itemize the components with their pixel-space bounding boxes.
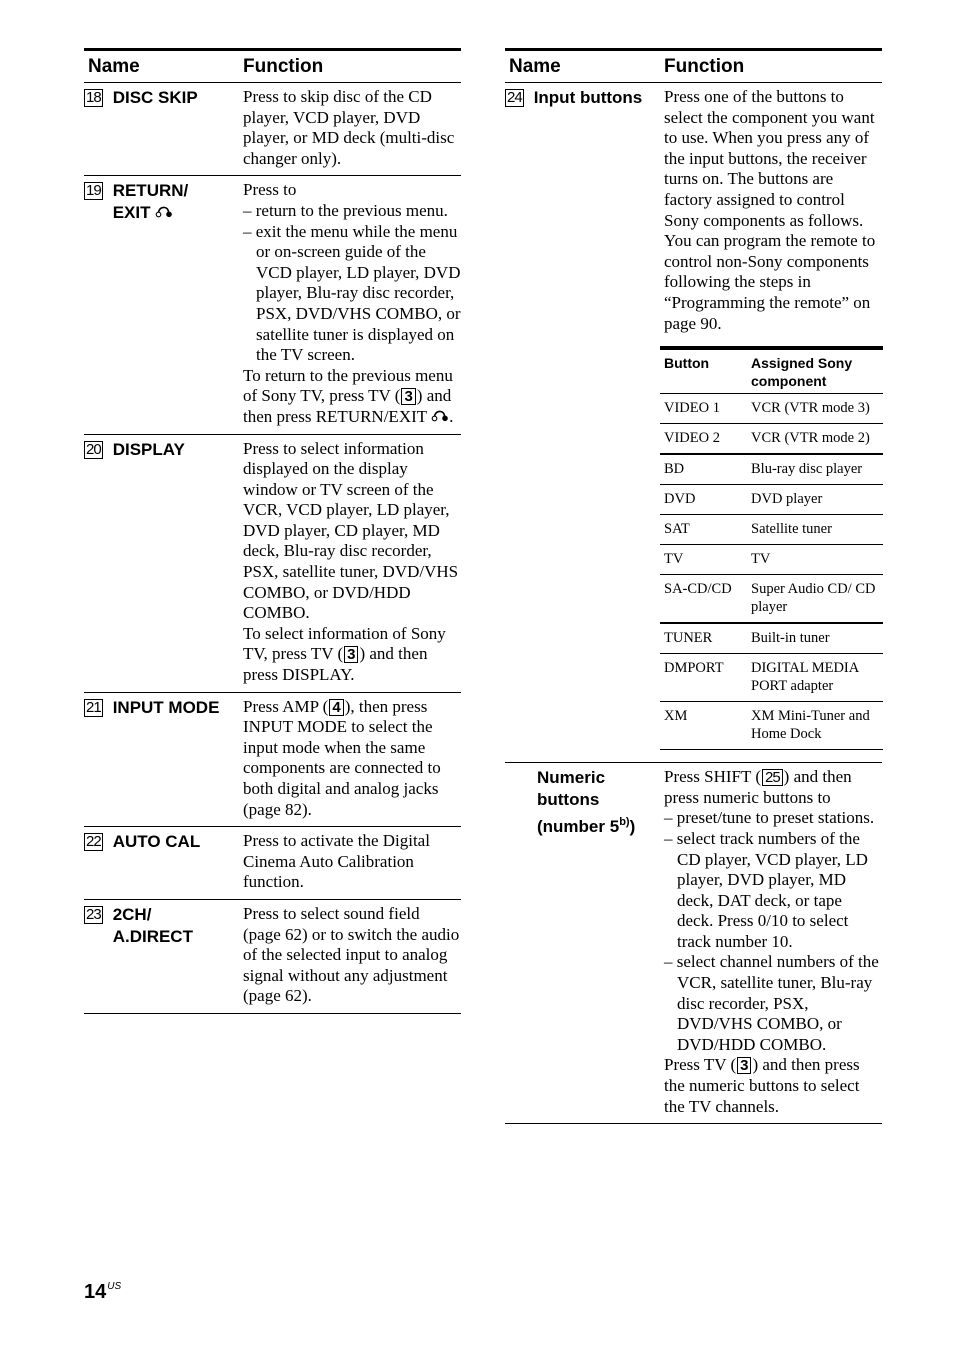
key-ref-4: 4: [329, 698, 344, 716]
item-name-line1: RETURN/: [112, 181, 189, 201]
sub-table-row: SA-CD/CD Super Audio CD/ CD player: [660, 575, 883, 625]
table-row-2ch-a-direct: 23 2CH/A.DIRECT Press to select sound fie…: [84, 900, 461, 1014]
footnote-ref: b): [619, 816, 630, 829]
sub-header-button: Button: [664, 355, 710, 372]
sub-table-row: DVD DVD player: [660, 485, 883, 516]
key-ref-25: 25: [761, 769, 783, 787]
sub-table-row: VIDEO 1 VCR (VTR mode 3): [660, 394, 883, 425]
sub-header-component: Assigned Sony component: [751, 355, 853, 390]
sub-table-header: Button Assigned Sony component: [660, 350, 883, 395]
sub-table-row: SAT Satellite tuner: [660, 515, 883, 546]
right-table: Name Function 24 Input buttons Press one …: [505, 48, 883, 1125]
item-function-intro: Press to: [243, 180, 297, 200]
table-header: Name Function: [84, 48, 461, 83]
item-function-note: Press TV (3) and then press the numeric …: [664, 1055, 860, 1116]
header-name: Name: [509, 56, 561, 77]
item-number: 20: [84, 440, 103, 459]
item-name: Input buttons: [533, 88, 643, 107]
sub-table-row: XM XM Mini-Tuner and Home Dock: [660, 702, 883, 751]
item-number: 18: [84, 89, 103, 107]
item-function: Press to select sound field (page 62) or…: [243, 903, 460, 1006]
item-name: INPUT MODE: [112, 697, 220, 717]
item-bullet: – preset/tune to preset stations.: [664, 808, 875, 828]
item-number: 21: [84, 698, 103, 717]
item-name: DISPLAY: [112, 439, 185, 459]
item-function-intro: Press SHIFT (25) and then press numeric …: [664, 767, 852, 807]
item-number: 19: [84, 182, 103, 201]
table-row-auto-cal: 22 AUTO CAL Press to activate the Digital…: [84, 827, 461, 900]
item-function-note: To select information of Sony TV, press …: [243, 623, 446, 685]
item-number: 23: [84, 905, 103, 924]
item-function-note: To return to the previous menu of Sony T…: [243, 365, 454, 426]
header-function: Function: [664, 56, 745, 77]
item-name: AUTO CAL: [112, 832, 201, 852]
left-table: Name Function 18 DISC SKIP Press to skip …: [84, 48, 461, 1014]
item-bullet: – return to the previous menu.: [243, 200, 448, 220]
item-function: Press to select information displayed on…: [243, 438, 459, 623]
item-name-line2: A.DIRECT: [112, 926, 193, 946]
item-name-line2: EXIT: [112, 203, 151, 223]
assigned-components-table: Button Assigned Sony component VIDEO 1 VC…: [660, 346, 883, 762]
item-name: DISC SKIP: [112, 88, 198, 107]
return-exit-icon: [155, 207, 173, 218]
sub-table-row: DMPORT DIGITAL MEDIA PORT adapter: [660, 654, 883, 703]
table-row-numeric-buttons: Numeric buttons (number 5b)) Press SHIFT (…: [533, 763, 882, 1125]
sub-table-row: VIDEO 2 VCR (VTR mode 2): [660, 424, 883, 456]
sub-table-row: TUNER Built-in tuner: [660, 624, 883, 655]
item-bullet: – exit the menu while the menu or on-scr…: [243, 221, 461, 365]
return-exit-icon: [431, 410, 448, 422]
table-row-input-mode: 21 INPUT MODE Press AMP (4), then press I…: [84, 693, 461, 828]
item-bullet: – select track numbers of the CD player,…: [664, 828, 868, 951]
item-number: 22: [84, 833, 103, 852]
table-row-return-exit: 19 RETURN/EXIT Press to – return to the p…: [84, 176, 461, 435]
table-row-disc-skip: 18 DISC SKIP Press to skip disc of the CD…: [84, 83, 461, 177]
item-bullet: – select channel numbers of the VCR, sat…: [664, 952, 879, 1054]
item-function: Press to skip disc of the CD player, VCD…: [243, 87, 455, 168]
table-row-input-buttons: 24 Input buttons Press one of the buttons…: [505, 83, 883, 764]
key-ref-3: 3: [737, 1057, 752, 1075]
table-bottom-rule: [505, 1123, 882, 1125]
key-ref-3: 3: [344, 646, 359, 664]
page-number: 14US: [84, 1281, 122, 1303]
table-row-display: 20 DISPLAY Press to select information di…: [84, 435, 461, 693]
sub-table-row: TV TV: [660, 545, 883, 576]
item-function: Press AMP (4), then press INPUT MODE to …: [243, 696, 441, 819]
header-function: Function: [243, 56, 324, 77]
key-ref-3: 3: [401, 388, 416, 406]
item-function: Press one of the buttons to select the c…: [664, 87, 876, 333]
header-name: Name: [88, 56, 140, 77]
table-header: Name Function: [505, 48, 882, 83]
item-function: Press to activate the Digital Cinema Aut…: [243, 831, 430, 892]
item-name-line1: 2CH/: [112, 904, 152, 924]
item-number: 24: [505, 89, 524, 107]
sub-table-row: BD Blu-ray disc player: [660, 455, 883, 486]
item-name: Numeric buttons (number 5b)): [537, 768, 636, 837]
